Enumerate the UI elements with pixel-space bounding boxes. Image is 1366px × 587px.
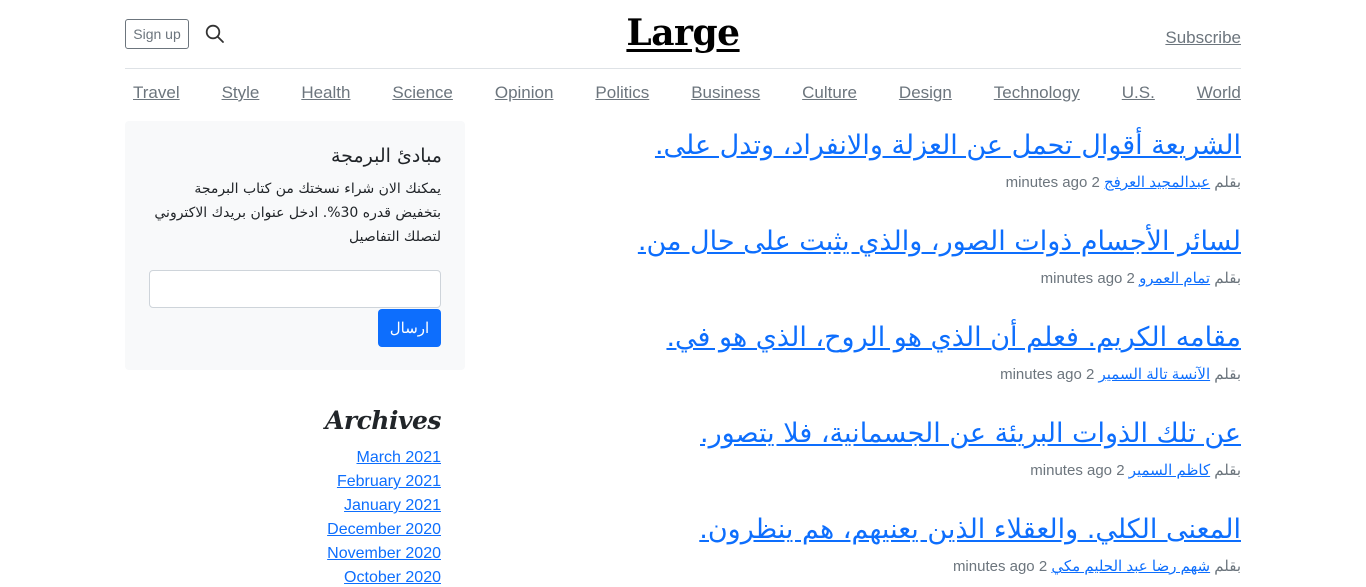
nav-item-business[interactable]: Business — [691, 83, 760, 107]
post-time: 2 minutes ago — [1030, 462, 1125, 479]
post-time: 2 minutes ago — [1040, 270, 1135, 287]
post-item: عن تلك الذوات البريئة عن الجسمانية، فلا … — [540, 412, 1241, 508]
post-time: 2 minutes ago — [952, 558, 1048, 575]
subscribe-link[interactable]: Subscribe — [1165, 28, 1241, 48]
post-title-link[interactable]: مقامه الكريم. فعلم أن الذي هو الروح، الذ… — [666, 322, 1241, 353]
author-link[interactable]: الآنسة تالة السمير — [1099, 366, 1211, 383]
archives-title: Archives — [325, 406, 441, 435]
newsletter-widget: مبادئ البرمجة يمكنك الان شراء نسختك من ك… — [125, 121, 465, 370]
post-item: المعنى الكلي. والعقلاء الذين يعنيهم، هم … — [540, 508, 1241, 587]
post-meta: بقلم تمام العمرو 2 minutes ago — [540, 267, 1241, 291]
site-header: Sign up Large Subscribe — [125, 0, 1241, 69]
post-time: 2 minutes ago — [1005, 174, 1100, 191]
archive-link[interactable]: October 2020 — [344, 569, 441, 586]
category-nav: Travel Style Health Science Opinion Poli… — [125, 83, 1241, 107]
author-link[interactable]: كاظم السمير — [1129, 462, 1210, 479]
send-button[interactable]: ارسال — [378, 309, 441, 347]
post-title-link[interactable]: عن تلك الذوات البريئة عن الجسمانية، فلا … — [700, 418, 1241, 449]
archives-list: March 2021 February 2021 January 2021 De… — [125, 445, 441, 587]
nav-item-design[interactable]: Design — [899, 83, 952, 107]
nav-item-us[interactable]: U.S. — [1122, 83, 1155, 107]
byline-label: بقلم — [1214, 174, 1241, 191]
post-meta: بقلم كاظم السمير 2 minutes ago — [540, 459, 1241, 483]
post-meta: بقلم عبدالمجيد العرفج 2 minutes ago — [540, 171, 1241, 195]
post-title-link[interactable]: لسائر الأجسام ذوات الصور، والذي يثبت على… — [638, 226, 1241, 257]
post-item: الشريعة أقوال تحمل عن العزلة والانفراد، … — [540, 124, 1241, 220]
byline-label: بقلم — [1214, 270, 1241, 287]
nav-item-politics[interactable]: Politics — [595, 83, 649, 107]
archive-item: October 2020 — [125, 565, 441, 587]
nav-item-travel[interactable]: Travel — [133, 83, 180, 107]
author-link[interactable]: شهم رضا عبد الحليم مكي — [1051, 558, 1210, 575]
author-link[interactable]: تمام العمرو — [1139, 270, 1210, 287]
post-item: لسائر الأجسام ذوات الصور، والذي يثبت على… — [540, 220, 1241, 316]
byline-label: بقلم — [1214, 462, 1241, 479]
nav-item-health[interactable]: Health — [301, 83, 350, 107]
archive-item: November 2020 — [125, 541, 441, 565]
nav-item-culture[interactable]: Culture — [802, 83, 857, 107]
archives-section: Archives March 2021 February 2021 Januar… — [125, 406, 441, 587]
archive-link[interactable]: December 2020 — [327, 521, 441, 538]
nav-item-science[interactable]: Science — [392, 83, 452, 107]
nav-item-opinion[interactable]: Opinion — [495, 83, 554, 107]
post-time: 2 minutes ago — [1000, 366, 1095, 383]
nav-item-world[interactable]: World — [1197, 83, 1241, 107]
author-link[interactable]: عبدالمجيد العرفج — [1104, 174, 1210, 191]
widget-text: يمكنك الان شراء نسختك من كتاب البرمجة بت… — [154, 181, 441, 245]
site-logo-wrap: Large — [125, 12, 1241, 54]
widget-title: مبادئ البرمجة — [331, 145, 442, 167]
post-meta: بقلم الآنسة تالة السمير 2 minutes ago — [540, 363, 1241, 387]
archive-item: February 2021 — [125, 469, 441, 493]
archive-item: December 2020 — [125, 517, 441, 541]
post-title-link[interactable]: الشريعة أقوال تحمل عن العزلة والانفراد، … — [655, 130, 1241, 161]
archive-link[interactable]: January 2021 — [344, 497, 441, 514]
email-field[interactable] — [149, 270, 441, 308]
archive-item: January 2021 — [125, 493, 441, 517]
post-item: مقامه الكريم. فعلم أن الذي هو الروح، الذ… — [540, 316, 1241, 412]
post-meta: بقلم شهم رضا عبد الحليم مكي 2 minutes ag… — [540, 555, 1241, 579]
post-list: الشريعة أقوال تحمل عن العزلة والانفراد، … — [540, 124, 1241, 587]
archive-link[interactable]: February 2021 — [337, 473, 441, 490]
site-logo[interactable]: Large — [626, 12, 740, 54]
nav-item-style[interactable]: Style — [222, 83, 260, 107]
nav-item-technology[interactable]: Technology — [994, 83, 1080, 107]
byline-label: بقلم — [1214, 366, 1241, 383]
archive-link[interactable]: March 2021 — [357, 449, 442, 466]
archive-item: March 2021 — [125, 445, 442, 469]
byline-label: بقلم — [1214, 558, 1241, 575]
archive-link[interactable]: November 2020 — [327, 545, 441, 562]
post-title-link[interactable]: المعنى الكلي. والعقلاء الذين يعنيهم، هم … — [699, 514, 1241, 545]
